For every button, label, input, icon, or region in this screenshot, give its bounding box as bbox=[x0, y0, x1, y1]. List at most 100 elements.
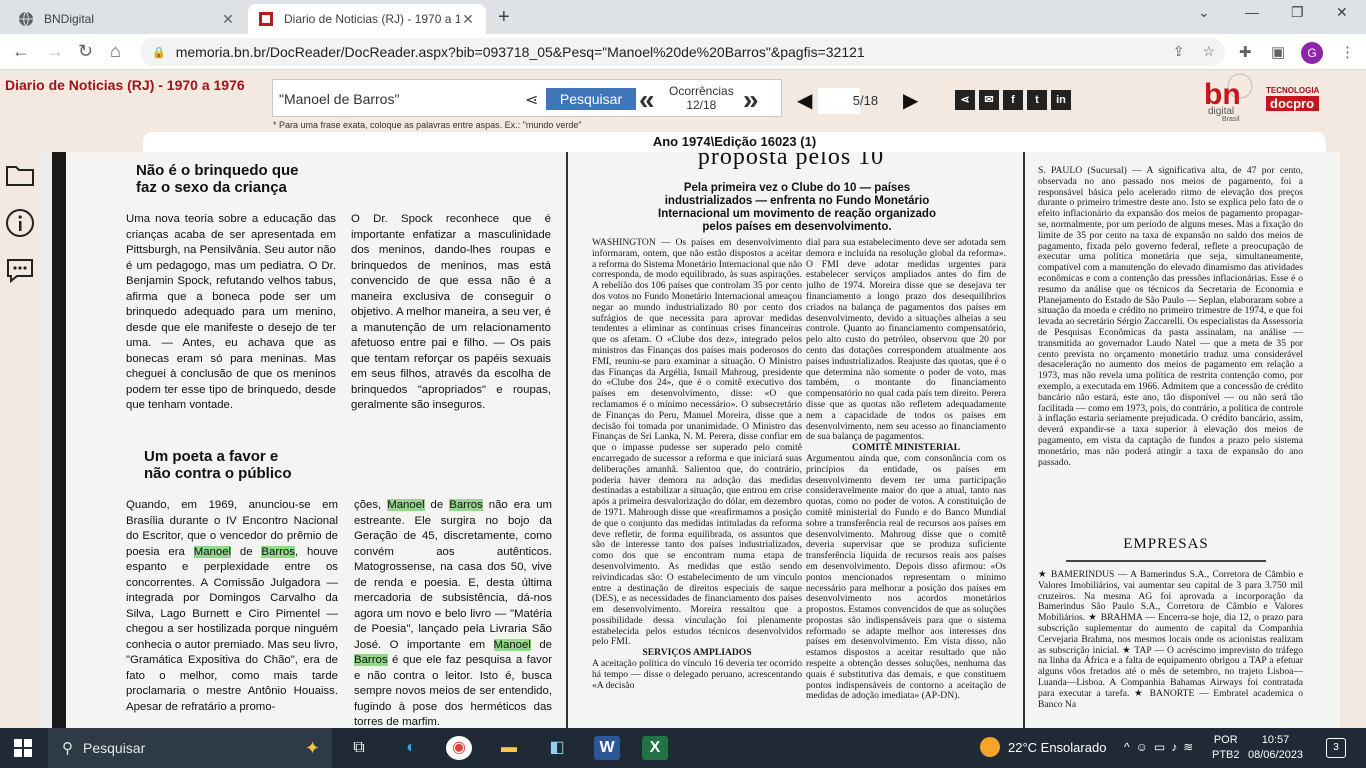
notepad-app-icon[interactable]: ◧ bbox=[544, 736, 570, 760]
search-highlight[interactable]: Barros bbox=[449, 499, 483, 511]
search-highlight[interactable]: Manoel bbox=[193, 545, 232, 558]
newspaper-viewer[interactable]: Não é o brinquedo que faz o sexo da cria… bbox=[40, 152, 1340, 728]
share-icon[interactable]: ⋖ bbox=[525, 90, 538, 110]
email-icon[interactable]: ✉ bbox=[979, 90, 999, 110]
taskbar-search[interactable]: ⚲ Pesquisar ✦ bbox=[48, 728, 332, 768]
volume-icon[interactable]: ♪ bbox=[1171, 740, 1183, 754]
profile-avatar[interactable]: G bbox=[1301, 42, 1323, 64]
info-icon[interactable] bbox=[4, 208, 36, 240]
minimize-icon[interactable]: — bbox=[1245, 4, 1259, 20]
language-indicator[interactable]: POR PTB2 bbox=[1212, 733, 1240, 763]
text-run: , houve espanto e perplexidade entre os … bbox=[126, 545, 338, 713]
previous-page-icon[interactable]: ◀ bbox=[797, 88, 812, 113]
bookmark-star-icon[interactable]: ☆ bbox=[1202, 43, 1215, 60]
folder-icon[interactable] bbox=[4, 162, 36, 194]
newspaper-page: Não é o brinquedo que faz o sexo da cria… bbox=[66, 152, 1340, 728]
system-clock[interactable]: 10:57 08/06/2023 bbox=[1248, 733, 1303, 763]
weather-text: 22°C Ensolarado bbox=[1008, 739, 1107, 755]
logo-country: Brasil bbox=[1222, 116, 1240, 123]
tab-diario[interactable]: Diario de Noticias (RJ) - 1970 a 1976 ✕ bbox=[248, 4, 486, 34]
article-text: Quando, em 1969, anunciou-se em Brasília… bbox=[126, 498, 338, 728]
share-page-icon[interactable]: ⇪ bbox=[1173, 43, 1185, 60]
people-icon[interactable]: ☺ bbox=[1136, 740, 1154, 754]
weather-widget[interactable]: 22°C Ensolarado bbox=[980, 737, 1106, 757]
word-app-icon[interactable]: W bbox=[594, 736, 620, 760]
tab-title: Diario de Noticias (RJ) - 1970 a 1976 bbox=[284, 12, 460, 26]
article-text: Uma nova teoria sobre a educação das cri… bbox=[126, 213, 336, 411]
reload-icon[interactable]: ↻ bbox=[78, 41, 93, 62]
next-page-icon[interactable]: ▶ bbox=[903, 88, 918, 113]
new-tab-icon[interactable]: + bbox=[498, 6, 510, 29]
headline-line: Não é o brinquedo que bbox=[136, 162, 299, 179]
close-window-icon[interactable]: ✕ bbox=[1336, 4, 1348, 21]
forward-arrow-icon[interactable]: → bbox=[46, 41, 64, 62]
bn-digital-logo[interactable]: bn digital Brasil bbox=[1200, 72, 1258, 126]
windows-start-icon[interactable] bbox=[14, 739, 32, 757]
lang-code: POR bbox=[1213, 734, 1238, 746]
headline-line: Um poeta a favor e bbox=[144, 448, 279, 465]
home-icon[interactable]: ⌂ bbox=[110, 41, 121, 62]
address-bar[interactable]: 🔒 memoria.bn.br/DocReader/DocReader.aspx… bbox=[140, 38, 1225, 66]
docpro-tagline: TECNOLOGIA bbox=[1266, 86, 1320, 95]
facebook-icon[interactable]: f bbox=[1003, 90, 1023, 110]
lock-icon[interactable]: 🔒 bbox=[152, 46, 166, 59]
notification-center-icon[interactable]: 3 bbox=[1326, 738, 1346, 758]
browser-toolbar: ← → ↻ ⌂ 🔒 memoria.bn.br/DocReader/DocRea… bbox=[0, 34, 1366, 70]
site-header: Diario de Noticias (RJ) - 1970 a 1976 ⋖ … bbox=[0, 70, 1366, 132]
file-explorer-icon[interactable]: ▬ bbox=[496, 736, 522, 760]
comments-icon[interactable] bbox=[4, 256, 36, 288]
search-panel: ⋖ Pesquisar « Ocorrências 12/18 » bbox=[272, 79, 782, 117]
search-hint: * Para uma frase exata, coloque as palav… bbox=[273, 120, 582, 130]
twitter-icon[interactable]: t bbox=[1027, 90, 1047, 110]
menu-kebab-icon[interactable]: ⋮ bbox=[1340, 43, 1355, 61]
keyboard-layout: PTB2 bbox=[1212, 749, 1240, 761]
edition-label: Ano 1974\Edição 16023 (1) bbox=[143, 132, 1326, 152]
tab-title: BNDigital bbox=[44, 12, 95, 26]
article-text: ções, Manoel de Barros não era um estrea… bbox=[354, 498, 552, 728]
url-text: memoria.bn.br/DocReader/DocReader.aspx?b… bbox=[175, 44, 865, 60]
search-button[interactable]: Pesquisar bbox=[546, 88, 636, 110]
article-text: S. PAULO (Sucursal) — A significativa al… bbox=[1038, 166, 1303, 468]
system-tray-icons[interactable]: ^☺▭♪≋ bbox=[1124, 740, 1199, 754]
share-icon[interactable]: ⋖ bbox=[955, 90, 975, 110]
search-icon: ⚲ bbox=[62, 740, 73, 757]
search-highlight[interactable]: Manoel bbox=[387, 499, 425, 511]
search-highlight[interactable]: Barros bbox=[354, 654, 388, 666]
search-input[interactable] bbox=[279, 88, 519, 110]
close-tab-icon[interactable]: ✕ bbox=[460, 11, 476, 28]
article-title: proposta pelos 10 bbox=[697, 152, 885, 170]
search-highlight-sparkle-icon: ✦ bbox=[304, 737, 320, 758]
chrome-browser-icon[interactable]: ◉ bbox=[446, 736, 472, 760]
article-text: WASHINGTON — Os países em desenvolviment… bbox=[592, 238, 802, 728]
excel-app-icon[interactable]: X bbox=[642, 736, 668, 760]
occurrences-label: Ocorrências bbox=[669, 84, 734, 98]
restore-icon[interactable]: ❐ bbox=[1291, 4, 1304, 21]
close-tab-icon[interactable]: ✕ bbox=[220, 11, 236, 28]
task-view-icon[interactable]: ⧉ bbox=[346, 736, 372, 760]
search-highlight[interactable]: Barros bbox=[261, 545, 295, 558]
wifi-icon[interactable]: ≋ bbox=[1183, 740, 1199, 754]
section-rule bbox=[1066, 560, 1266, 562]
column-rule bbox=[1023, 152, 1025, 728]
text-run: de bbox=[231, 545, 262, 558]
docpro-logo[interactable]: TECNOLOGIA docpro bbox=[1266, 86, 1320, 111]
page-number-input[interactable]: 5 bbox=[818, 88, 860, 114]
tab-bndigital[interactable]: BNDigital ✕ bbox=[8, 4, 246, 34]
clock-date: 08/06/2023 bbox=[1248, 749, 1304, 761]
text-run: ções, bbox=[354, 499, 388, 511]
previous-occurrence-icon[interactable]: « bbox=[639, 84, 655, 116]
side-panel-icon[interactable]: ▣ bbox=[1271, 43, 1285, 61]
battery-icon[interactable]: ▭ bbox=[1154, 740, 1171, 754]
chevron-up-icon[interactable]: ^ bbox=[1124, 740, 1136, 754]
article-subhead: Pela primeira vez o Clube do 10 — países… bbox=[658, 182, 936, 233]
extensions-puzzle-icon[interactable]: ✚ bbox=[1239, 43, 1252, 61]
next-occurrence-icon[interactable]: » bbox=[743, 84, 759, 116]
edge-browser-icon[interactable]: ◐ bbox=[398, 736, 424, 760]
search-highlight[interactable]: Manoel bbox=[493, 638, 531, 651]
viewer-sidebar bbox=[0, 152, 40, 728]
globe-icon bbox=[18, 11, 34, 27]
tab-strip: BNDigital ✕ Diario de Noticias (RJ) - 19… bbox=[0, 0, 1366, 34]
back-arrow-icon[interactable]: ← bbox=[12, 41, 30, 62]
tab-search-chevron-icon[interactable]: ⌄ bbox=[1198, 4, 1210, 21]
linkedin-icon[interactable]: in bbox=[1051, 90, 1071, 110]
